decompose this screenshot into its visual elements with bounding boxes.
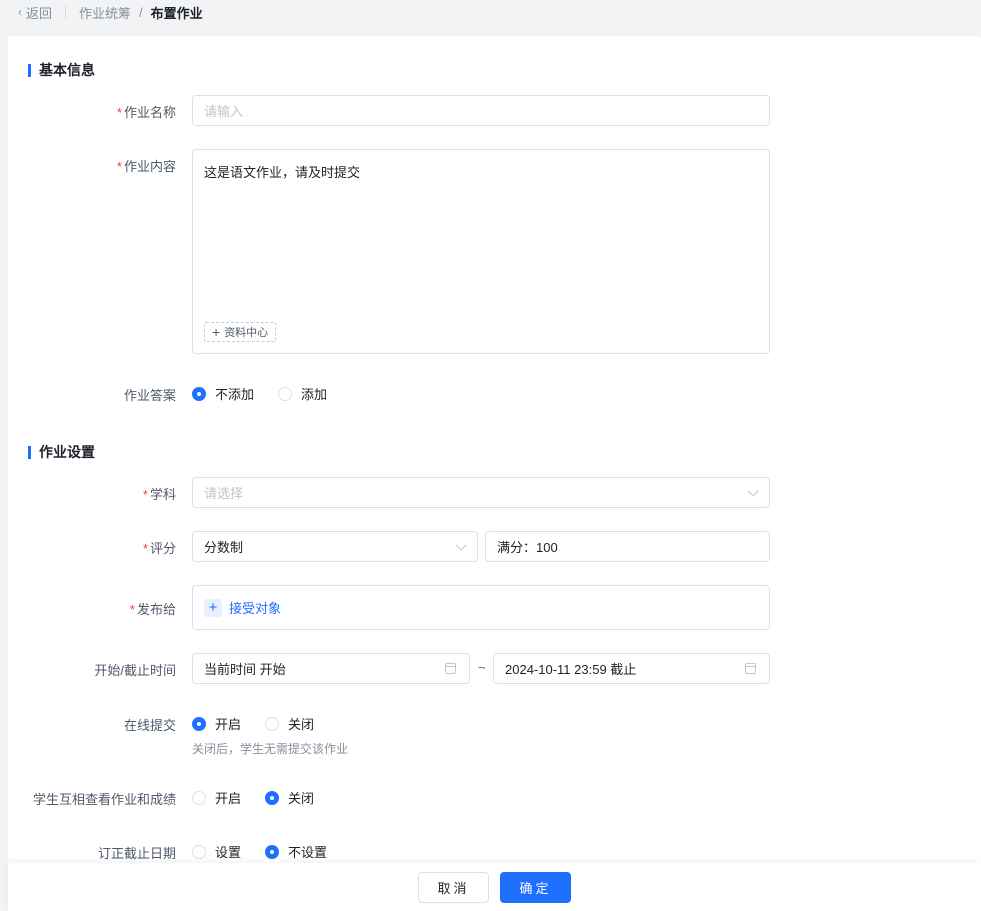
- peer-option-off: 关闭: [288, 791, 315, 806]
- radio-dot: [265, 844, 280, 859]
- peer-option-on: 开启: [215, 791, 242, 806]
- content-textarea[interactable]: 这是语文作业，请及时提交 + 资料中心: [192, 149, 770, 354]
- time-label: 开始/截止时间: [94, 663, 176, 678]
- correction-option-unset: 不设置: [288, 845, 328, 860]
- content-value: 这是语文作业，请及时提交: [204, 165, 361, 180]
- correction-label: 订正截止日期: [97, 846, 176, 861]
- radio-dot: [278, 386, 293, 401]
- resource-center-label: 资料中心: [224, 327, 269, 339]
- section-bar: [28, 445, 31, 459]
- answer-radio-add[interactable]: 添加: [278, 384, 327, 403]
- breadcrumb-current: 布置作业: [150, 5, 203, 21]
- score-label-text: 评分: [149, 541, 176, 556]
- section-settings-title: 作业设置: [39, 444, 95, 460]
- online-option-on: 开启: [215, 717, 242, 732]
- end-time-value: 2024-10-11 23:59 截止: [505, 662, 637, 677]
- required-mark: *: [116, 105, 122, 120]
- required-mark: *: [129, 602, 135, 617]
- chevron-down-icon: [747, 485, 759, 497]
- required-mark: *: [116, 159, 122, 174]
- confirm-button[interactable]: 确定: [500, 871, 571, 903]
- form-card: 基本信息 * 作业名称 请输入 * 作业内容 这是语文作业，请及时提交 + 资料中心…: [8, 36, 981, 911]
- peer-radio-on[interactable]: 开启: [192, 788, 241, 807]
- footer-bar: 取消 确定: [8, 863, 981, 911]
- online-radio-on[interactable]: 开启: [192, 714, 241, 733]
- start-time-picker[interactable]: 当前时间 开始: [192, 653, 470, 684]
- chevron-left-icon: ‹: [18, 5, 22, 19]
- required-mark: *: [142, 487, 148, 502]
- score-label: * 评分: [0, 538, 176, 557]
- plus-icon: +: [212, 324, 221, 340]
- breadcrumb-separator: /: [139, 4, 143, 20]
- radio-dot: [265, 790, 280, 805]
- time-separator: ~: [478, 660, 486, 675]
- answer-option-none: 不添加: [215, 387, 255, 402]
- chevron-down-icon: [455, 539, 467, 551]
- section-basic-info: 基本信息: [28, 60, 95, 80]
- name-label: * 作业名称: [0, 102, 176, 121]
- publish-label: * 发布给: [0, 599, 176, 618]
- online-radio-off[interactable]: 关闭: [265, 714, 314, 733]
- answer-option-add: 添加: [301, 387, 328, 402]
- peer-radio-off[interactable]: 关闭: [265, 788, 314, 807]
- answer-radio-none[interactable]: 不添加: [192, 384, 254, 403]
- subject-placeholder: 请选择: [204, 486, 244, 501]
- score-type-select[interactable]: 分数制: [192, 531, 478, 562]
- correction-option-set: 设置: [215, 845, 242, 860]
- end-time-picker[interactable]: 2024-10-11 23:59 截止: [493, 653, 770, 684]
- calendar-icon: [445, 663, 456, 674]
- online-label: 在线提交: [123, 718, 176, 733]
- publish-label-text: 发布给: [136, 602, 176, 617]
- online-hint: 关闭后，学生无需提交该作业: [192, 742, 349, 756]
- full-score-input[interactable]: 满分：100: [485, 531, 770, 562]
- online-radio-group: 开启 关闭: [192, 714, 338, 733]
- cancel-button[interactable]: 取消: [418, 871, 489, 903]
- name-label-text: 作业名称: [123, 105, 176, 120]
- receiver-button-label: 接受对象: [229, 601, 282, 616]
- radio-dot: [192, 386, 206, 401]
- content-label-text: 作业内容: [123, 159, 176, 174]
- section-bar: [28, 63, 31, 77]
- answer-radio-group: 不添加 添加: [192, 384, 351, 403]
- breadcrumb: ‹ 返回 作业统筹 / 布置作业: [18, 3, 203, 21]
- back-label: 返回: [26, 5, 53, 21]
- section-basic-title: 基本信息: [39, 62, 95, 78]
- resource-center-button[interactable]: + 资料中心: [204, 322, 277, 342]
- required-mark: *: [142, 541, 148, 556]
- correction-radio-unset[interactable]: 不设置: [265, 842, 327, 861]
- answer-label: 作业答案: [123, 388, 176, 403]
- radio-dot: [192, 790, 206, 805]
- plus-icon: +: [204, 598, 222, 617]
- online-option-off: 关闭: [288, 717, 315, 732]
- score-type-value: 分数制: [204, 540, 244, 555]
- subject-label: * 学科: [0, 484, 176, 503]
- subject-label-text: 学科: [149, 487, 176, 502]
- correction-radio-group: 设置 不设置: [192, 842, 351, 861]
- breadcrumb-parent[interactable]: 作业统筹: [79, 3, 131, 22]
- radio-dot: [192, 844, 206, 859]
- peer-label: 学生互相查看作业和成绩: [32, 792, 176, 807]
- receiver-box[interactable]: + 接受对象: [192, 585, 770, 630]
- breadcrumb-divider: [65, 6, 67, 18]
- correction-radio-set[interactable]: 设置: [192, 842, 241, 861]
- content-label: * 作业内容: [0, 156, 176, 175]
- calendar-icon: [745, 663, 756, 674]
- start-time-value: 当前时间 开始: [204, 662, 286, 677]
- name-input[interactable]: 请输入: [192, 95, 770, 126]
- radio-dot: [265, 716, 280, 731]
- subject-select[interactable]: 请选择: [192, 477, 770, 508]
- peer-radio-group: 开启 关闭: [192, 788, 338, 807]
- back-button[interactable]: ‹ 返回: [18, 3, 52, 22]
- section-settings: 作业设置: [28, 442, 95, 462]
- radio-dot: [192, 716, 206, 731]
